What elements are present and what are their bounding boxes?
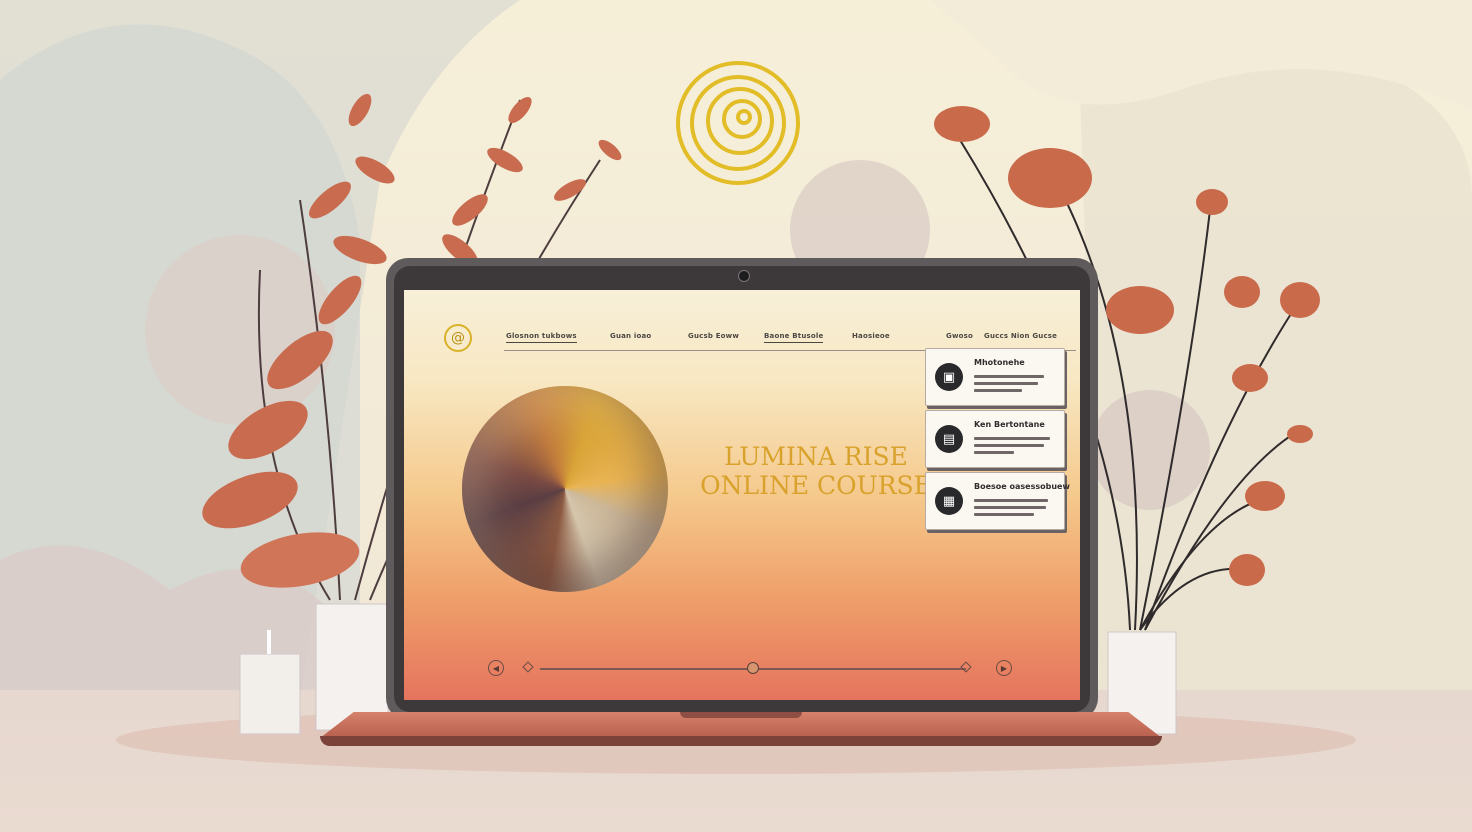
feature-card-title: Ken Bertontane	[974, 420, 1045, 429]
certificate-icon: ▣	[935, 363, 963, 391]
feature-card-1[interactable]: ▣ Mhotonehe	[925, 348, 1065, 406]
progress-thumb[interactable]	[747, 662, 759, 674]
card-text-line	[974, 382, 1038, 385]
nav-item-5[interactable]: Haosieoe	[852, 332, 890, 342]
card-text-line	[974, 513, 1034, 516]
course-landing-screen: @ Glosnon tukbows Guan ioao Gucsb Eoww B…	[404, 290, 1080, 700]
brand-logo-icon[interactable]: @	[444, 324, 472, 352]
lesson-icon: ▤	[935, 425, 963, 453]
marker-start-icon	[522, 661, 534, 673]
card-text-line	[974, 389, 1022, 392]
feature-card-2[interactable]: ▤ Ken Bertontane	[925, 410, 1065, 468]
laptop-base	[320, 712, 1162, 752]
card-text-line	[974, 444, 1044, 447]
laptop: @ Glosnon tukbows Guan ioao Gucsb Eoww B…	[386, 258, 1098, 720]
webcam-icon	[738, 270, 750, 282]
hero-title-line-1: LUMINA RISE	[724, 442, 908, 471]
laptop-notch	[680, 712, 802, 718]
card-text-line	[974, 437, 1050, 440]
rewind-button[interactable]: ◀	[488, 660, 504, 676]
feature-card-3[interactable]: ▦ Boesoe oasessobuew	[925, 472, 1070, 530]
nav-item-7[interactable]: Guccs Nion Gucse	[984, 332, 1057, 342]
card-text-line	[974, 451, 1014, 454]
feature-card-title: Mhotonehe	[974, 358, 1025, 367]
card-text-line	[974, 506, 1046, 509]
hero-orb-illustration	[462, 386, 668, 592]
laptop-lip	[320, 736, 1162, 746]
forward-button[interactable]: ▶	[996, 660, 1012, 676]
calendar-icon: ▦	[935, 487, 963, 515]
hero-title-line-2: ONLINE COURSE	[700, 471, 932, 500]
nav-item-6[interactable]: Gwoso	[946, 332, 973, 342]
nav-item-1[interactable]: Glosnon tukbows	[506, 332, 577, 343]
feature-card-title: Boesoe oasessobuew	[974, 482, 1070, 491]
media-player-bar: ◀ ▶	[488, 660, 1020, 680]
hero-title: LUMINA RISE ONLINE COURSE	[666, 442, 966, 500]
marker-end-icon	[960, 661, 972, 673]
nav-item-2[interactable]: Guan ioao	[610, 332, 651, 342]
nav-item-3[interactable]: Gucsb Eoww	[688, 332, 739, 342]
card-text-line	[974, 375, 1044, 378]
card-text-line	[974, 499, 1048, 502]
nav-item-4[interactable]: Baone Btusole	[764, 332, 824, 343]
laptop-bezel: @ Glosnon tukbows Guan ioao Gucsb Eoww B…	[394, 266, 1090, 712]
